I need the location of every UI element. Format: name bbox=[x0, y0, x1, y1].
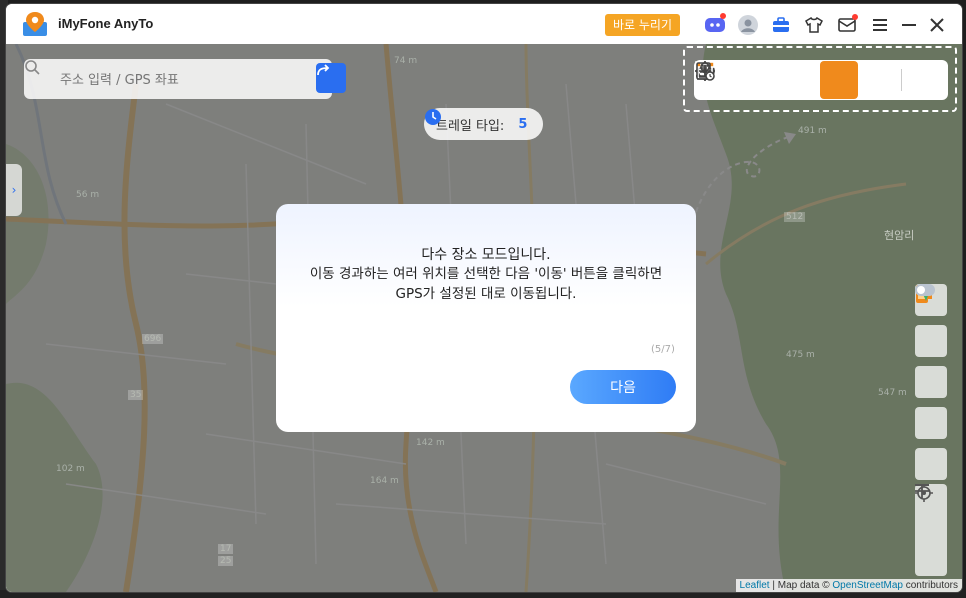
zoom-in-button[interactable] bbox=[915, 484, 947, 544]
dialog-title: 다수 장소 모드입니다. bbox=[421, 247, 551, 263]
map-label: 현암리 bbox=[884, 229, 915, 242]
multi-spot-mode-button[interactable] bbox=[695, 61, 858, 99]
minimize-icon[interactable] bbox=[898, 14, 920, 36]
map-label: 491 m bbox=[798, 126, 827, 136]
mail-icon[interactable] bbox=[836, 14, 858, 36]
toolbox-icon[interactable] bbox=[770, 14, 792, 36]
zoom-out-button[interactable] bbox=[915, 484, 947, 574]
search-input[interactable] bbox=[58, 65, 302, 95]
map-label: 102 m bbox=[56, 464, 85, 474]
minus-icon bbox=[915, 484, 929, 486]
app-window: iMyFone AnyTo 바로 누리기 현암리 491 m 512 696 3… bbox=[6, 4, 962, 592]
trail-type-value: 5 bbox=[518, 116, 528, 132]
toggle-icon bbox=[915, 284, 935, 296]
two-spot-mode-button[interactable] bbox=[696, 61, 817, 99]
map-label: 74 m bbox=[394, 56, 418, 66]
history-button[interactable] bbox=[696, 61, 945, 99]
dialog-body: 이동 경과하는 여러 위치를 선택한 다음 '이동' 버튼을 클릭하면 GPS가… bbox=[309, 266, 663, 302]
close-icon[interactable] bbox=[926, 14, 948, 36]
menu-icon[interactable] bbox=[869, 14, 891, 36]
map-label: 142 m bbox=[416, 438, 445, 448]
osm-link[interactable]: OpenStreetMap bbox=[832, 580, 903, 591]
send-location-button[interactable] bbox=[915, 285, 947, 439]
attribution-text: | Map data © bbox=[769, 580, 833, 591]
leaflet-link[interactable]: Leaflet bbox=[740, 580, 770, 591]
sidebar-toggle[interactable]: › bbox=[6, 164, 22, 216]
avatar-icon[interactable] bbox=[737, 14, 759, 36]
zoom-controls bbox=[915, 484, 947, 576]
map-attribution: Leaflet | Map data © OpenStreetMap contr… bbox=[735, 579, 962, 592]
mode-toolbar bbox=[694, 60, 948, 100]
app-logo-icon bbox=[23, 12, 47, 36]
device-button[interactable] bbox=[915, 285, 947, 398]
trail-type-label: 트레일 타입: bbox=[436, 118, 505, 134]
toggle-button[interactable] bbox=[915, 284, 947, 480]
map-label: 512 bbox=[784, 212, 806, 222]
map-label: 17 bbox=[218, 544, 234, 554]
map-label: 696 bbox=[142, 334, 164, 344]
map-label: 35 bbox=[128, 390, 144, 400]
arrow-forward-icon bbox=[317, 64, 330, 76]
history-icon bbox=[696, 62, 715, 81]
map-label: 547 m bbox=[878, 388, 907, 398]
title-bar: iMyFone AnyTo 바로 누리기 bbox=[6, 4, 962, 44]
map-view[interactable]: 현암리 491 m 512 696 35 17 25 142 m 56 m 47… bbox=[6, 44, 962, 592]
import-gpx-button[interactable] bbox=[915, 287, 947, 357]
dialog-step-indicator: (5/7) bbox=[651, 344, 675, 355]
map-label: 56 m bbox=[76, 190, 100, 200]
trail-type-pill: 트레일 타입: 5 bbox=[424, 108, 544, 140]
right-side-tools bbox=[915, 284, 951, 489]
guide-dialog: 다수 장소 모드입니다. 이동 경과하는 여러 위치를 선택한 다음 '이동' … bbox=[276, 204, 696, 432]
next-button[interactable]: 다음 bbox=[570, 370, 676, 404]
search-go-button[interactable] bbox=[316, 63, 346, 93]
attribution-tail: contributors bbox=[902, 580, 958, 591]
app-title: iMyFone AnyTo bbox=[58, 16, 154, 31]
jump-teleport-button[interactable] bbox=[694, 60, 776, 99]
toolbar-divider bbox=[901, 69, 902, 91]
joystick-mode-button[interactable] bbox=[697, 61, 899, 99]
search-icon bbox=[25, 60, 40, 75]
shirt-icon[interactable] bbox=[803, 14, 825, 36]
map-label: 475 m bbox=[786, 350, 815, 360]
search-bar bbox=[24, 59, 346, 99]
clock-icon bbox=[425, 109, 441, 125]
plus-icon bbox=[915, 484, 929, 498]
discord-icon[interactable] bbox=[704, 13, 726, 36]
map-label: 164 m bbox=[370, 476, 399, 486]
map-label: 25 bbox=[218, 556, 234, 566]
free-trial-button[interactable]: 바로 누리기 bbox=[605, 14, 681, 36]
